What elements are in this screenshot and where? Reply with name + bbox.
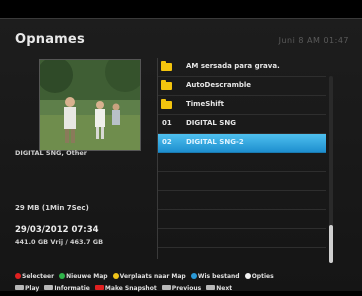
list-item-empty — [158, 210, 326, 229]
move-to-folder-key[interactable]: Verplaats naar Map — [112, 273, 186, 280]
options-label: Opties — [251, 273, 274, 280]
new-folder-label: Nieuwe Map — [66, 273, 108, 280]
previous-key[interactable]: Previous — [161, 285, 202, 292]
snapshot-label: Make Snapshot — [104, 285, 157, 292]
info-key[interactable]: Informatie — [44, 285, 90, 292]
scrollbar-thumb[interactable] — [329, 225, 333, 263]
folder-icon — [161, 99, 172, 109]
yellow-button-icon — [112, 273, 119, 279]
list-item-empty — [158, 229, 326, 248]
red-button-icon — [15, 273, 21, 279]
list-item-empty — [158, 172, 326, 191]
record-button-icon — [94, 285, 104, 290]
function-key-legend: Play Informatie Make Snapshot Previous N… — [15, 285, 235, 292]
list-item-label: DIGITAL SNG — [186, 119, 236, 127]
white-button-icon — [244, 273, 251, 279]
list-item-label: TimeShift — [186, 100, 225, 108]
color-key-legend: Selecteer Nieuwe Map Verplaats naar Map … — [15, 273, 277, 280]
ok-button-icon — [15, 285, 24, 290]
next-label: Next — [216, 285, 233, 292]
video-preview — [39, 59, 141, 151]
select-key[interactable]: Selecteer — [15, 273, 54, 280]
list-item[interactable]: AM sersada para grava. — [158, 58, 326, 77]
next-key[interactable]: Next — [206, 285, 232, 292]
list-item-number: 02 — [162, 138, 172, 146]
blue-button-icon — [190, 273, 197, 279]
new-folder-key[interactable]: Nieuwe Map — [59, 273, 108, 280]
snapshot-key[interactable]: Make Snapshot — [94, 285, 157, 292]
folder-icon — [161, 61, 172, 71]
list-item[interactable]: TimeShift — [158, 96, 326, 115]
list-item-empty — [158, 191, 326, 210]
delete-file-key[interactable]: Wis bestand — [190, 273, 240, 280]
delete-file-label: Wis bestand — [197, 273, 240, 280]
list-item-label: DIGITAL SNG-2 — [186, 138, 244, 146]
info-label: Informatie — [54, 285, 90, 292]
list-item-label: AutoDescramble — [186, 81, 252, 89]
recording-date: 29/03/2012 07:34 — [15, 225, 99, 235]
list-item[interactable]: 01 DIGITAL SNG — [158, 115, 326, 134]
disk-space: 441.0 GB Vrij / 463.7 GB — [15, 238, 104, 246]
folder-icon — [161, 80, 172, 90]
list-item-empty — [158, 153, 326, 172]
recording-size: 29 MB (1Min 7Sec) — [15, 204, 89, 212]
recordings-panel: Opnames Juni 8 AM 01:47 DIGITAL SNG, Oth… — [0, 18, 362, 292]
page-title: Opnames — [15, 32, 85, 47]
play-label: Play — [25, 285, 40, 292]
play-key[interactable]: Play — [15, 285, 39, 292]
list-item[interactable]: AutoDescramble — [158, 77, 326, 96]
forward-button-icon — [206, 285, 216, 290]
info-button-icon — [44, 285, 54, 290]
recordings-list: AM sersada para grava. AutoDescramble Ti… — [157, 58, 326, 259]
list-item-selected[interactable]: 02 DIGITAL SNG-2 — [158, 134, 326, 153]
clock: Juni 8 AM 01:47 — [278, 36, 349, 45]
options-key[interactable]: Opties — [244, 273, 274, 280]
select-label: Selecteer — [22, 273, 55, 280]
rewind-button-icon — [161, 285, 171, 290]
channel-info: DIGITAL SNG, Other — [15, 149, 87, 157]
move-to-folder-label: Verplaats naar Map — [119, 273, 186, 280]
previous-label: Previous — [171, 285, 202, 292]
green-button-icon — [59, 273, 66, 279]
scrollbar[interactable] — [329, 76, 333, 263]
list-item-label: AM sersada para grava. — [186, 62, 280, 70]
list-item-number: 01 — [162, 119, 172, 127]
